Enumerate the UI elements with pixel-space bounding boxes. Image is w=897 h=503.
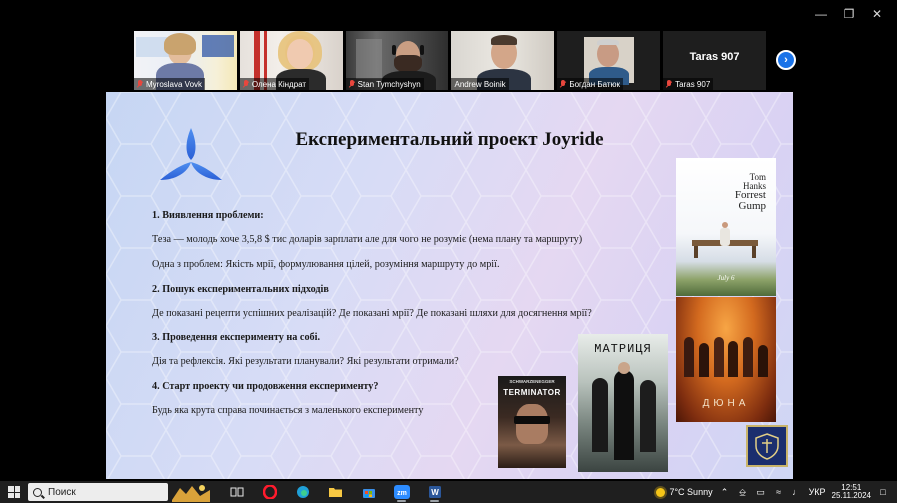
participant-name-tag: Stan Tymchyshyn: [345, 78, 424, 90]
close-icon[interactable]: ✕: [863, 6, 891, 22]
windows-logo-icon: [8, 486, 20, 498]
task-view-button[interactable]: [220, 481, 253, 503]
poster-forrest-gump: Tom Hanks Forrest Gump July 6: [676, 158, 776, 296]
section-text: Дія та рефлексія. Які результати планува…: [152, 356, 459, 368]
participant-tile[interactable]: Stan Tymchyshyn: [345, 31, 449, 90]
language-indicator[interactable]: УКР: [809, 487, 826, 497]
window-controls: — ❐ ✕: [807, 6, 891, 22]
system-tray: 7°C Sunny ⌃ ⎒ ▭ ≈ ♩ УКР 12:51 25.11.2024…: [656, 481, 897, 503]
task-view-icon: [230, 487, 243, 497]
section-heading: 2. Пошук експериментальних підходів: [152, 283, 329, 295]
restore-icon[interactable]: ❐: [835, 6, 863, 22]
wifi-icon[interactable]: ≈: [773, 486, 785, 498]
word-app[interactable]: W: [418, 481, 451, 503]
chevron-up-icon[interactable]: ⌃: [719, 486, 731, 498]
volume-icon[interactable]: ♩: [791, 486, 803, 498]
participant-tile[interactable]: Олена Кіндрат: [239, 31, 343, 90]
shield-icon: [755, 433, 779, 460]
taskbar-pinned-apps: zm W: [220, 481, 451, 503]
file-explorer-app[interactable]: [319, 481, 352, 503]
mic-muted-icon: [560, 80, 566, 88]
taskbar-search-box[interactable]: Поиск: [28, 483, 168, 501]
mic-muted-icon: [349, 80, 355, 88]
edge-icon: [296, 486, 309, 498]
section-text: Де показані рецепти успішних реалізацій?…: [152, 307, 592, 319]
participant-tile-video-off[interactable]: Taras 907 Taras 907: [663, 31, 766, 90]
notifications-icon[interactable]: □: [877, 486, 889, 498]
section-heading: 1. Виявлення проблеми:: [152, 210, 264, 221]
network-icon[interactable]: ⎒: [737, 486, 749, 498]
opera-icon: [262, 485, 277, 499]
poster-matrix: МАТРИЦЯ: [578, 334, 668, 472]
participant-name-tag: Олена Кіндрат: [239, 78, 310, 90]
participant-tile[interactable]: Богдан Батюк: [557, 31, 661, 90]
participant-name-tag: Богдан Батюк: [557, 78, 624, 90]
participant-name-tag: Taras 907: [663, 78, 714, 90]
start-button[interactable]: [0, 481, 28, 503]
participant-tile[interactable]: Myroslava Vovk: [134, 31, 237, 90]
battery-icon[interactable]: ▭: [755, 486, 767, 498]
search-icon: [33, 487, 42, 497]
windows-taskbar: Поиск zm W 7°C Sunny ⌃ ⎒ ▭ ≈ ♩ УКР 12:51…: [0, 481, 897, 503]
participant-tile-active-speaker[interactable]: Andrew Boinik: [451, 31, 555, 90]
participant-name-tag: Andrew Boinik: [451, 78, 509, 90]
university-emblem-icon: [746, 425, 788, 467]
zoom-icon: zm: [393, 485, 410, 499]
section-heading: 3. Проведення експерименту на собі.: [152, 332, 321, 344]
taskbar-clock[interactable]: 12:51 25.11.2024: [832, 483, 871, 501]
zoom-window: — ❐ ✕ Myroslava Vovk Олена Кіндрат Stan …: [0, 0, 897, 503]
shared-slide: Експериментальний проект Joyride 1. Вияв…: [106, 92, 793, 479]
sun-icon: [656, 487, 666, 497]
chevron-right-icon: ›: [784, 54, 788, 66]
store-app[interactable]: [352, 481, 385, 503]
poster-terminator: SCHWARZENEGGER TERMINATOR: [498, 376, 566, 468]
zoom-app[interactable]: zm: [385, 481, 418, 503]
folder-icon: [329, 488, 342, 497]
edge-app[interactable]: [286, 481, 319, 503]
participant-display-name: Taras 907: [689, 51, 740, 63]
poster-dune: ДЮНА: [676, 297, 776, 422]
word-icon: W: [428, 486, 441, 498]
store-icon: [362, 488, 375, 498]
mic-muted-icon: [243, 80, 249, 88]
participant-name-tag: Myroslava Vovk: [134, 78, 206, 90]
participant-strip: Myroslava Vovk Олена Кіндрат Stan Tymchy…: [134, 31, 766, 90]
search-highlight-illustration-icon: [172, 485, 210, 502]
opera-app[interactable]: [253, 481, 286, 503]
minimize-icon[interactable]: —: [807, 6, 835, 22]
slide-title: Експериментальний проект Joyride: [295, 129, 604, 150]
svg-text:zm: zm: [397, 490, 407, 497]
svg-text:W: W: [431, 488, 439, 497]
section-text: Теза — молодь хоче 3,5,8 $ тис доларів з…: [152, 234, 583, 245]
weather-widget[interactable]: 7°C Sunny: [656, 487, 713, 497]
next-page-button[interactable]: ›: [776, 50, 796, 70]
mic-muted-icon: [666, 80, 672, 88]
section-text: Одна з проблем: Якість мрії, формулюванн…: [152, 258, 500, 270]
mic-muted-icon: [137, 80, 143, 88]
